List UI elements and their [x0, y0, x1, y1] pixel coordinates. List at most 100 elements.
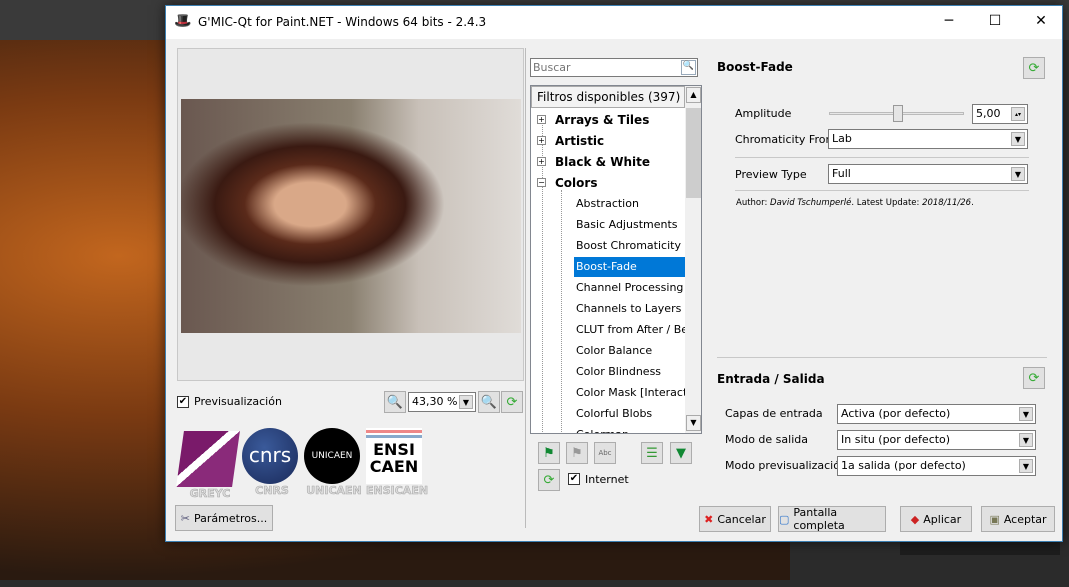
- greyc-logo: GREYC: [176, 431, 240, 500]
- filter-category[interactable]: Artistic: [555, 131, 604, 151]
- remove-favorite-button[interactable]: ⚑: [566, 442, 588, 464]
- filter-item[interactable]: Channels to Layers: [574, 299, 685, 319]
- separator: [735, 157, 1029, 158]
- cnrs-logo: cnrs CNRS: [242, 428, 302, 497]
- reset-params-button[interactable]: ⟳: [1023, 57, 1045, 79]
- cancel-button[interactable]: ✖ Cancelar: [699, 506, 771, 532]
- amplitude-label: Amplitude: [735, 107, 792, 120]
- filter-item[interactable]: Channel Processing: [574, 278, 685, 298]
- chevron-down-icon: ▼: [1019, 459, 1033, 473]
- filter-category[interactable]: Black & White: [555, 152, 650, 172]
- cnrs-label: CNRS: [255, 484, 289, 498]
- abc-def-icon: Abc: [598, 449, 612, 457]
- refresh-icon: ⟳: [1028, 60, 1040, 76]
- update-filters-button[interactable]: ⟳: [538, 469, 560, 491]
- amplitude-slider[interactable]: [829, 105, 964, 122]
- spin-arrows-icon[interactable]: ▴▾: [1011, 107, 1025, 121]
- zoom-out-icon: 🔍: [386, 394, 404, 410]
- minimize-button[interactable]: ─: [926, 6, 972, 36]
- parameters-button[interactable]: ✂ Parámetros...: [175, 505, 273, 531]
- title-bar[interactable]: 🎩 G'MIC-Qt for Paint.NET - Windows 64 bi…: [166, 6, 1062, 39]
- filter-item[interactable]: Color Mask [Interactive]: [574, 383, 701, 403]
- scroll-up-arrow[interactable]: ▲: [686, 87, 701, 103]
- zoom-value: 43,30 %: [412, 395, 458, 408]
- chromaticity-combo[interactable]: Lab ▼: [828, 129, 1028, 149]
- accept-label: Aceptar: [1003, 512, 1047, 526]
- accept-icon: ▣: [989, 512, 1000, 526]
- output-mode-label: Modo de salida: [725, 433, 808, 446]
- search-field[interactable]: [531, 59, 677, 76]
- amplitude-value: 5,00: [976, 107, 1001, 120]
- fullscreen-button[interactable]: ▢ Pantalla completa: [778, 506, 886, 532]
- filter-item[interactable]: Boost-Fade: [574, 257, 685, 277]
- filter-tree[interactable]: Filtros disponibles (397) + Arrays & Tile…: [530, 85, 702, 434]
- expand-toggle-icon[interactable]: +: [537, 115, 546, 124]
- filter-item[interactable]: Basic Adjustments: [574, 215, 685, 235]
- accept-button[interactable]: ▣ Aceptar: [981, 506, 1055, 532]
- amplitude-spinbox[interactable]: 5,00 ▴▾: [972, 104, 1028, 124]
- filter-category[interactable]: Colors: [555, 173, 597, 193]
- preview-checkbox-label: Previsualización: [194, 395, 282, 408]
- chevron-down-icon: ▼: [1011, 167, 1025, 181]
- input-layers-combo[interactable]: Activa (por defecto) ▼: [837, 404, 1036, 424]
- filter-item[interactable]: Boost Chromaticity: [574, 236, 685, 256]
- splitter[interactable]: [525, 48, 527, 528]
- reset-io-button[interactable]: ⟳: [1023, 367, 1045, 389]
- preview-image: [181, 99, 521, 333]
- preview-mode-value: 1a salida (por defecto): [841, 459, 966, 472]
- zoom-out-button[interactable]: 🔍: [384, 391, 406, 413]
- preview-type-value: Full: [832, 167, 851, 180]
- filter-name: Boost-Fade: [717, 60, 793, 74]
- scroll-thumb[interactable]: [686, 108, 701, 198]
- bookmark-remove-icon: ⚑: [571, 445, 583, 461]
- checklist-icon: ☰: [646, 445, 658, 461]
- gmic-dialog: 🎩 G'MIC-Qt for Paint.NET - Windows 64 bi…: [165, 5, 1063, 542]
- separator: [735, 190, 1029, 191]
- expand-collapse-button[interactable]: ▼: [670, 442, 692, 464]
- rename-favorite-button[interactable]: Abc: [594, 442, 616, 464]
- wizard-hat-icon: 🎩: [174, 13, 192, 29]
- amplitude-slider-thumb[interactable]: [892, 105, 903, 122]
- filter-tree-scrollbar[interactable]: ▲ ▼: [685, 86, 701, 433]
- filter-item[interactable]: Color Balance: [574, 341, 685, 361]
- maximize-button[interactable]: ☐: [972, 6, 1018, 36]
- unicaen-logo: UNICAEN UNICAEN: [304, 428, 364, 497]
- search-icon[interactable]: 🔍: [681, 60, 696, 75]
- preview-checkbox[interactable]: ✔: [177, 396, 189, 408]
- apply-button[interactable]: ◆ Aplicar: [900, 506, 972, 532]
- filter-category[interactable]: Arrays & Tiles: [555, 110, 649, 130]
- select-filters-button[interactable]: ☰: [641, 442, 663, 464]
- preview-type-label: Preview Type: [735, 168, 807, 181]
- chevron-down-icon: ▼: [1019, 407, 1033, 421]
- expand-toggle-icon[interactable]: +: [537, 136, 546, 145]
- close-button[interactable]: ✕: [1018, 6, 1064, 36]
- expand-toggle-icon[interactable]: +: [537, 157, 546, 166]
- internet-checkbox[interactable]: ✔: [568, 473, 580, 485]
- author-info: Author: David Tschumperlé. Latest Update…: [736, 198, 974, 208]
- preview-type-combo[interactable]: Full ▼: [828, 164, 1028, 184]
- filter-item[interactable]: Abstraction: [574, 194, 685, 214]
- zoom-in-button[interactable]: 🔍: [478, 391, 500, 413]
- apply-icon: ◆: [910, 512, 920, 526]
- output-mode-combo[interactable]: In situ (por defecto) ▼: [837, 430, 1036, 450]
- preview-mode-combo[interactable]: 1a salida (por defecto) ▼: [837, 456, 1036, 476]
- parameters-label: Parámetros...: [194, 511, 268, 525]
- add-favorite-button[interactable]: ⚑: [538, 442, 560, 464]
- search-input[interactable]: 🔍: [530, 58, 698, 77]
- filter-tree-header: Filtros disponibles (397): [531, 86, 685, 108]
- filter-item[interactable]: Colormap: [574, 425, 685, 433]
- window-title: G'MIC-Qt for Paint.NET - Windows 64 bits…: [198, 15, 487, 29]
- filter-item[interactable]: CLUT from After / Before: [574, 320, 701, 340]
- apply-label: Aplicar: [923, 512, 962, 526]
- scroll-down-arrow[interactable]: ▼: [686, 415, 701, 431]
- filter-item[interactable]: Color Blindness: [574, 362, 685, 382]
- preview-mode-label: Modo previsualización: [725, 459, 847, 472]
- refresh-preview-button[interactable]: ⟳: [501, 391, 523, 413]
- zoom-combo[interactable]: 43,30 % ▼: [408, 392, 476, 412]
- preview-area[interactable]: [177, 48, 524, 381]
- cancel-icon: ✖: [704, 512, 714, 526]
- expand-toggle-icon[interactable]: −: [537, 178, 546, 187]
- chevron-down-icon: ▼: [1011, 132, 1025, 146]
- filter-item[interactable]: Colorful Blobs: [574, 404, 685, 424]
- ensicaen-logo: ENSI CAEN ENSICAEN: [366, 428, 428, 497]
